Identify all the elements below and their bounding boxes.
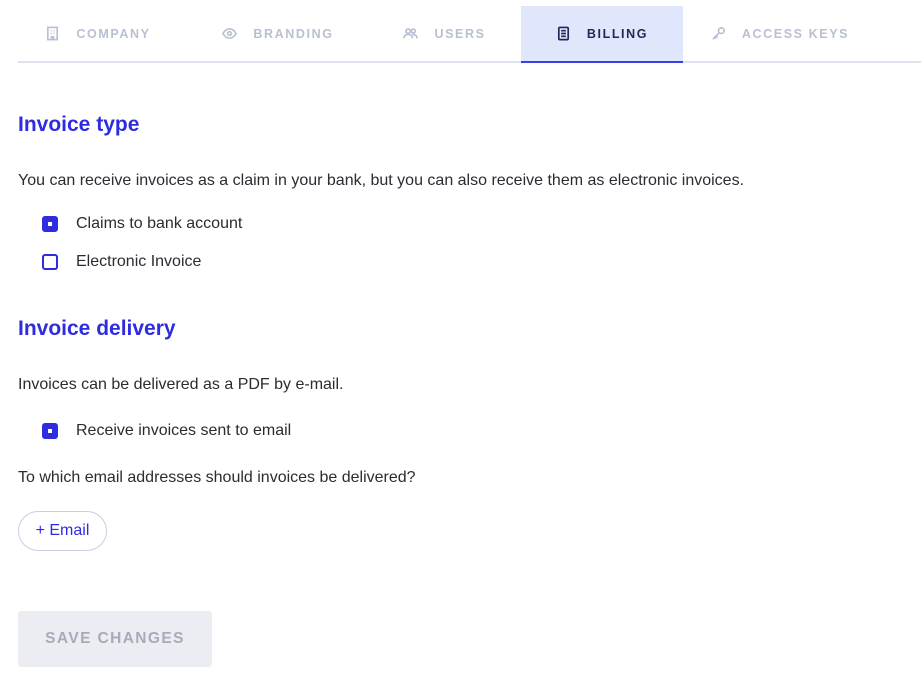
electronic-invoice-option[interactable]: Electronic Invoice xyxy=(42,253,201,271)
users-icon xyxy=(403,28,419,39)
electronic-invoice-label: Electronic Invoice xyxy=(76,253,202,270)
invoice-type-description: You can receive invoices as a claim in y… xyxy=(18,172,745,189)
key-icon xyxy=(712,27,725,40)
tab-access-keys[interactable]: ACCESS KEYS xyxy=(700,6,860,61)
claims-bank-account-option[interactable]: Claims to bank account xyxy=(42,215,242,233)
claims-bank-account-checkbox[interactable] xyxy=(42,216,58,232)
invoice-type-heading: Invoice type xyxy=(18,113,140,136)
claims-bank-account-label: Claims to bank account xyxy=(76,215,243,232)
tab-billing[interactable]: BILLING xyxy=(521,6,683,63)
tab-company[interactable]: COMPANY xyxy=(18,6,178,61)
tab-label: COMPANY xyxy=(76,26,151,41)
electronic-invoice-checkbox[interactable] xyxy=(42,254,58,270)
add-email-button[interactable]: + Email xyxy=(18,511,107,551)
email-addresses-question: To which email addresses should invoices… xyxy=(18,469,416,486)
tab-users[interactable]: USERS xyxy=(368,6,521,61)
eye-icon xyxy=(222,27,238,40)
building-icon xyxy=(47,26,59,41)
invoice-delivery-description: Invoices can be delivered as a PDF by e-… xyxy=(18,376,344,393)
tab-label: USERS xyxy=(434,26,486,41)
save-changes-button[interactable]: SAVE CHANGES xyxy=(18,611,212,667)
tab-label: BRANDING xyxy=(253,26,334,41)
tab-branding[interactable]: BRANDING xyxy=(188,6,368,61)
invoice-delivery-heading: Invoice delivery xyxy=(18,317,176,340)
tab-label: ACCESS KEYS xyxy=(741,26,850,41)
document-icon xyxy=(557,26,569,41)
receive-email-label: Receive invoices sent to email xyxy=(76,422,292,439)
settings-tabs: COMPANY BRANDING USERS BILLING ACCESS KE… xyxy=(18,6,921,63)
tab-label: BILLING xyxy=(586,26,649,41)
receive-email-checkbox[interactable] xyxy=(42,423,58,439)
receive-email-option[interactable]: Receive invoices sent to email xyxy=(42,422,291,440)
